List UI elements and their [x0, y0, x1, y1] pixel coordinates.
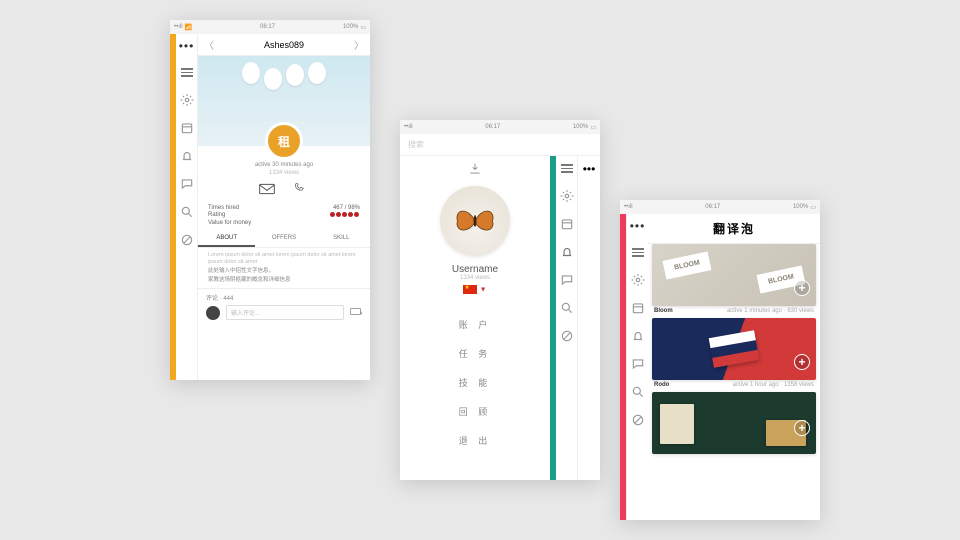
mail-icon[interactable]: [259, 182, 275, 200]
tab-offers[interactable]: OFFERS: [255, 231, 312, 247]
butterfly-icon: [453, 206, 497, 236]
side-rail: •••: [176, 34, 198, 380]
country-picker[interactable]: ▼: [400, 285, 550, 294]
add-button[interactable]: +: [794, 354, 810, 370]
tab-about[interactable]: ABOUT: [198, 231, 255, 247]
bell-icon[interactable]: [180, 149, 194, 163]
chat-icon[interactable]: [631, 357, 645, 371]
profile-meta: active 30 minutes ago 1334 views: [198, 162, 370, 178]
feed-card[interactable]: + Rodo active 1 hour ago · 1358 views: [652, 318, 816, 388]
calendar-icon[interactable]: [560, 217, 574, 231]
send-icon[interactable]: [350, 307, 362, 319]
comments-section: 评论 · 444 输入评论…: [198, 288, 370, 324]
comments-header: 评论 · 444: [206, 293, 362, 302]
download-icon[interactable]: [400, 156, 550, 182]
block-icon[interactable]: [631, 413, 645, 427]
chat-icon[interactable]: [560, 273, 574, 287]
card-title: Bloom: [654, 308, 673, 314]
menu-skills[interactable]: 技 能: [400, 368, 550, 397]
more-icon[interactable]: •••: [578, 156, 600, 480]
card-meta: active 1 minutes ago · 630 views: [727, 308, 814, 314]
menu-reviews[interactable]: 回 顾: [400, 397, 550, 426]
add-button[interactable]: +: [794, 280, 810, 296]
search-icon[interactable]: [560, 301, 574, 315]
tab-skill[interactable]: SKILL: [313, 231, 370, 247]
card-title: Rodo: [654, 382, 669, 388]
more-icon[interactable]: •••: [630, 220, 646, 232]
gear-icon[interactable]: [180, 93, 194, 107]
feed-card[interactable]: + Bloom active 1 minutes ago · 630 views: [652, 244, 816, 314]
phone-profile: ••ıll📶 06:17 100%▭ ••• 〈 Ashes089 〉 租: [170, 20, 370, 380]
rating-dots: [330, 212, 360, 219]
card-meta: active 1 hour ago · 1358 views: [733, 382, 814, 388]
gear-icon[interactable]: [631, 273, 645, 287]
bell-icon[interactable]: [631, 329, 645, 343]
account-menu: 账 户 任 务 技 能 回 顾 退 出: [400, 310, 550, 455]
status-bar: ••ıll 06:17 100%▭: [400, 120, 600, 134]
feed-card[interactable]: +: [652, 392, 816, 454]
more-icon[interactable]: •••: [179, 40, 195, 52]
status-time: 06:17: [260, 24, 275, 30]
status-bar: ••ıll 06:17 100%▭: [620, 200, 820, 214]
active-ago: active 30 minutes ago: [198, 162, 370, 170]
comment-avatar: [206, 306, 220, 320]
search-icon[interactable]: [180, 205, 194, 219]
times-hired-value: 467 / 98%: [333, 205, 360, 211]
view-count: 1334 views: [198, 170, 370, 178]
menu-account[interactable]: 账 户: [400, 310, 550, 339]
about-text: Lorem ipsum dolor sit amet lorem ipsum d…: [198, 248, 370, 289]
profile-header: 〈 Ashes089 〉: [198, 34, 370, 56]
calendar-icon[interactable]: [631, 301, 645, 315]
avatar-badge[interactable]: 租: [265, 122, 303, 160]
search-icon[interactable]: [631, 385, 645, 399]
menu-logout[interactable]: 退 出: [400, 426, 550, 455]
side-rail: •••: [626, 214, 648, 520]
search-field[interactable]: 搜索: [408, 139, 424, 150]
prev-button[interactable]: 〈: [204, 37, 214, 52]
add-button[interactable]: +: [794, 420, 810, 436]
card-image: [652, 318, 816, 380]
card-image: [652, 244, 816, 306]
avatar[interactable]: [440, 186, 510, 256]
next-button[interactable]: 〉: [354, 37, 364, 52]
username-label: Username: [400, 264, 550, 275]
menu-tasks[interactable]: 任 务: [400, 339, 550, 368]
block-icon[interactable]: [560, 329, 574, 343]
profile-tabs: ABOUT OFFERS SKILL: [198, 231, 370, 248]
chat-icon[interactable]: [180, 177, 194, 191]
calendar-icon[interactable]: [180, 121, 194, 135]
menu-icon[interactable]: [561, 162, 573, 175]
side-rail: [556, 156, 578, 480]
card-image: [652, 392, 816, 454]
views-label: 1334 views: [400, 275, 550, 281]
phone-feed: ••ıll 06:17 100%▭ ••• 翻译泡 + Bloom active …: [620, 200, 820, 520]
bell-icon[interactable]: [560, 245, 574, 259]
chevron-down-icon: ▼: [480, 286, 487, 293]
hero-image: 租: [198, 56, 370, 146]
phone-icon[interactable]: [293, 182, 309, 200]
flag-cn-icon: [463, 285, 477, 294]
feed-list[interactable]: + Bloomactive 1 minutes ago · 630 views …: [648, 244, 820, 520]
status-bar: ••ıll📶 06:17 100%▭: [170, 20, 370, 34]
block-icon[interactable]: [180, 233, 194, 247]
brand-title: 翻译泡: [648, 214, 820, 244]
menu-icon[interactable]: [181, 66, 193, 79]
gear-icon[interactable]: [560, 189, 574, 203]
profile-title: Ashes089: [264, 40, 304, 50]
phone-account: ••ıll 06:17 100%▭ 搜索 Username 1334 views…: [400, 120, 600, 480]
stats-block: Times hired467 / 98% Rating Value for mo…: [198, 200, 370, 231]
comment-input[interactable]: 输入评论…: [226, 305, 344, 320]
menu-icon[interactable]: [632, 246, 644, 259]
